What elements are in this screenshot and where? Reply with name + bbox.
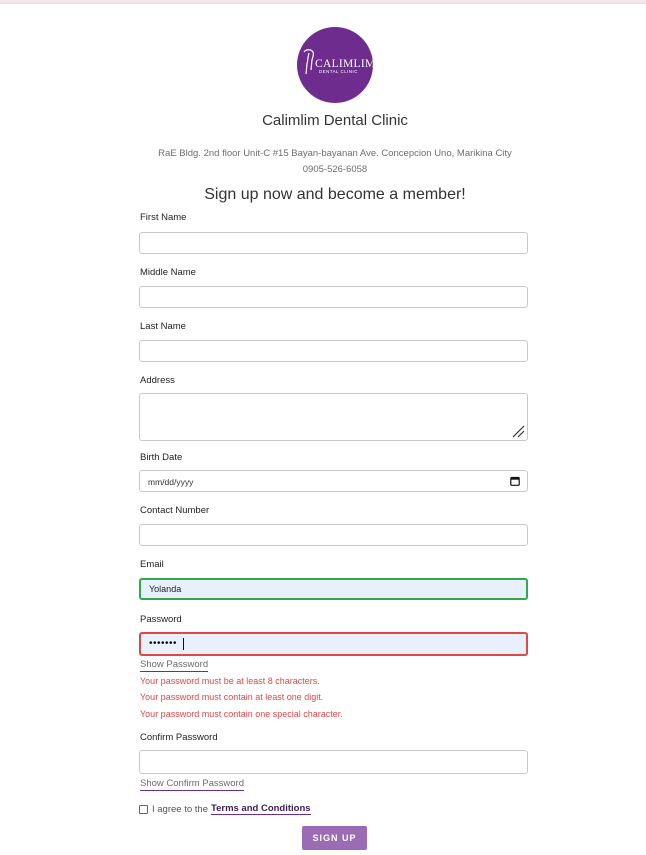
resize-handle-icon[interactable] — [511, 424, 525, 438]
top-border — [0, 0, 646, 4]
clinic-logo: CALIMLIM DENTAL CLINIC — [297, 27, 373, 103]
birth-date-input[interactable]: mm/dd/yyyy — [139, 470, 528, 492]
clinic-phone: 0905-526-6058 — [302, 164, 368, 175]
tooth-icon — [303, 49, 315, 75]
address-textarea[interactable] — [139, 393, 528, 441]
email-field[interactable] — [139, 578, 528, 600]
sign-up-button[interactable]: SIGN UP — [302, 826, 367, 850]
password-error-special: Your password must contain one special c… — [140, 709, 343, 719]
calendar-icon[interactable] — [510, 476, 520, 486]
middle-name-label: Middle Name — [140, 267, 196, 278]
email-label: Email — [140, 559, 164, 570]
password-error-length: Your password must be at least 8 charact… — [140, 676, 320, 686]
first-name-label: First Name — [140, 212, 187, 223]
last-name-label: Last Name — [140, 321, 186, 332]
terms-agreement-text: I agree to the — [152, 803, 208, 815]
birth-date-placeholder: mm/dd/yyyy — [148, 477, 194, 487]
show-password-link[interactable]: Show Password — [140, 659, 209, 672]
password-field[interactable]: ••••••• — [139, 632, 528, 656]
first-name-input[interactable] — [139, 232, 528, 254]
middle-name-input[interactable] — [139, 286, 528, 308]
address-label: Address — [140, 375, 175, 386]
last-name-input[interactable] — [139, 340, 528, 362]
clinic-contact-info: RaE Bldg. 2nd floor Unit-C #15 Bayan-bay… — [0, 146, 646, 178]
terms-checkbox[interactable] — [139, 804, 148, 814]
password-error-digit: Your password must contain at least one … — [140, 692, 324, 702]
show-confirm-password-link[interactable]: Show Confirm Password — [140, 778, 245, 791]
terms-agreement: I agree to the Terms and Conditions — [139, 803, 311, 815]
clinic-address: RaE Bldg. 2nd floor Unit-C #15 Bayan-bay… — [158, 148, 512, 159]
birth-date-label: Birth Date — [140, 452, 183, 463]
clinic-name: Calimlim Dental Clinic — [262, 112, 408, 129]
signup-title: Sign up now and become a member! — [204, 186, 466, 203]
contact-number-input[interactable] — [139, 524, 528, 546]
text-caret — [183, 638, 184, 650]
confirm-password-label: Confirm Password — [140, 732, 218, 743]
password-masked-value: ••••••• — [149, 638, 178, 649]
password-label: Password — [140, 614, 182, 625]
contact-number-label: Contact Number — [140, 505, 210, 516]
logo-subtext: DENTAL CLINIC — [319, 69, 358, 74]
terms-and-conditions-link[interactable]: Terms and Conditions — [210, 803, 311, 815]
confirm-password-field[interactable] — [139, 750, 528, 774]
